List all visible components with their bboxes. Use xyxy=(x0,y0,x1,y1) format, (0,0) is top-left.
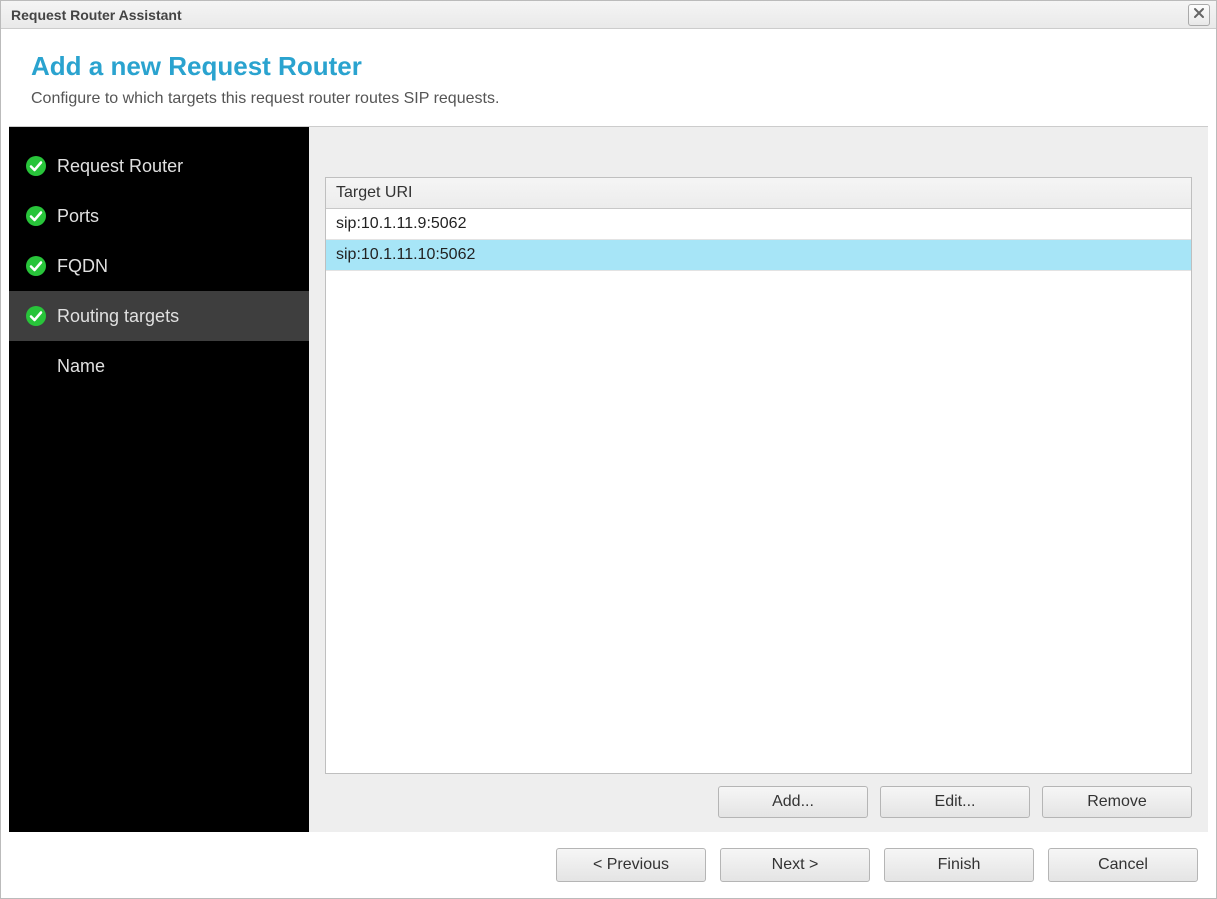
column-header-target-uri[interactable]: Target URI xyxy=(326,178,1191,208)
wizard-body: Request Router Ports FQDN Routing target… xyxy=(9,127,1208,832)
step-name[interactable]: Name xyxy=(9,341,309,391)
close-icon xyxy=(1193,6,1205,24)
target-uri-cell: sip:10.1.11.9:5062 xyxy=(326,209,1191,239)
step-fqdn[interactable]: FQDN xyxy=(9,241,309,291)
close-button[interactable] xyxy=(1188,4,1210,26)
remove-button[interactable]: Remove xyxy=(1042,786,1192,818)
step-label: Name xyxy=(57,356,105,377)
edit-button[interactable]: Edit... xyxy=(880,786,1030,818)
window-title: Request Router Assistant xyxy=(11,7,1188,23)
next-button[interactable]: Next > xyxy=(720,848,870,882)
finish-button[interactable]: Finish xyxy=(884,848,1034,882)
wizard-steps-sidebar: Request Router Ports FQDN Routing target… xyxy=(9,127,309,832)
table-row[interactable]: sip:10.1.11.10:5062 xyxy=(326,240,1191,271)
main-panel: Target URI sip:10.1.11.9:5062 sip:10.1.1… xyxy=(309,127,1208,832)
step-request-router[interactable]: Request Router xyxy=(9,141,309,191)
previous-button[interactable]: < Previous xyxy=(556,848,706,882)
step-label: Ports xyxy=(57,206,99,227)
check-circle-icon xyxy=(25,205,47,227)
target-uri-cell: sip:10.1.11.10:5062 xyxy=(326,240,1191,270)
step-label: Request Router xyxy=(57,156,183,177)
wizard-header: Add a new Request Router Configure to wh… xyxy=(9,37,1208,127)
check-circle-icon xyxy=(25,255,47,277)
table-row[interactable]: sip:10.1.11.9:5062 xyxy=(326,209,1191,240)
dialog-window: Request Router Assistant Add a new Reque… xyxy=(0,0,1217,899)
wizard-footer: < Previous Next > Finish Cancel xyxy=(1,832,1216,898)
step-label: Routing targets xyxy=(57,306,179,327)
page-title: Add a new Request Router xyxy=(31,51,1186,82)
step-label: FQDN xyxy=(57,256,108,277)
page-subtitle: Configure to which targets this request … xyxy=(31,90,1186,108)
titlebar: Request Router Assistant xyxy=(1,1,1216,29)
step-ports[interactable]: Ports xyxy=(9,191,309,241)
table-action-buttons: Add... Edit... Remove xyxy=(325,774,1192,818)
target-uri-table: Target URI sip:10.1.11.9:5062 sip:10.1.1… xyxy=(325,177,1192,774)
step-routing-targets[interactable]: Routing targets xyxy=(9,291,309,341)
check-circle-icon xyxy=(25,305,47,327)
cancel-button[interactable]: Cancel xyxy=(1048,848,1198,882)
check-circle-icon xyxy=(25,155,47,177)
add-button[interactable]: Add... xyxy=(718,786,868,818)
table-header-row: Target URI xyxy=(326,178,1191,209)
table-body: sip:10.1.11.9:5062 sip:10.1.11.10:5062 xyxy=(326,209,1191,773)
